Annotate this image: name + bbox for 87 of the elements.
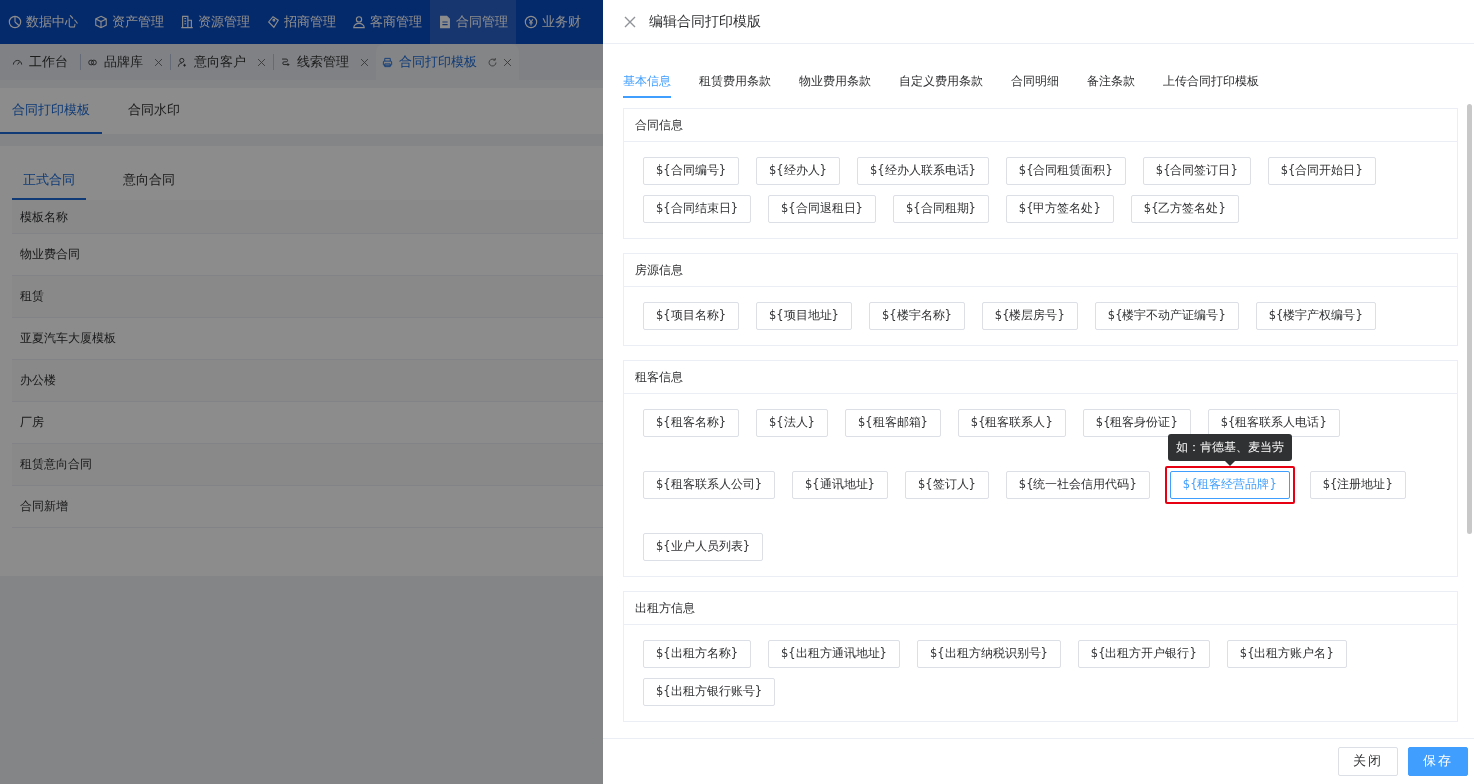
nav-item[interactable]: 业务财 [516, 0, 589, 44]
field-button[interactable]: ${楼宇产权编号} [1255, 302, 1376, 330]
section-title: 租客信息 [624, 361, 1457, 394]
user-icon [352, 15, 366, 29]
field-button[interactable]: ${经办人联系电话} [856, 157, 989, 185]
close-icon [153, 56, 164, 68]
field-button[interactable]: ${出租方银行账号} [643, 678, 775, 706]
scrollbar[interactable] [1467, 104, 1472, 534]
tab[interactable]: 意向合同 [112, 162, 186, 200]
table-cell-text: 合同新增 [20, 497, 68, 515]
close-icon [359, 56, 370, 68]
table-cell-text: 租赁意向合同 [20, 455, 92, 473]
field-button[interactable]: ${出租方名称} [643, 640, 751, 668]
field-button[interactable]: ${合同编号} [643, 157, 739, 185]
rings-icon [87, 56, 98, 68]
tab[interactable]: 自定义费用条款 [899, 66, 983, 98]
field-button[interactable]: ${合同开始日} [1267, 157, 1376, 185]
field-button[interactable]: ${出租方纳税识别号} [916, 640, 1061, 668]
section-title: 房源信息 [624, 254, 1457, 287]
section-title: 合同信息 [624, 109, 1457, 142]
field-button[interactable]: ${楼宇名称} [868, 302, 965, 330]
table-cell-text: 物业费合同 [20, 245, 80, 263]
field-button[interactable]: ${租客身份证} [1082, 409, 1191, 437]
field-button[interactable]: ${楼层房号} [981, 302, 1078, 330]
nav-item[interactable]: 数据中心 [0, 0, 86, 44]
page-tab[interactable]: 工作台 [6, 44, 80, 80]
field-button[interactable]: ${经办人} [755, 157, 840, 185]
coin-icon [524, 15, 538, 29]
field-button[interactable]: ${合同退租日} [767, 195, 876, 223]
nav-item[interactable]: 客商管理 [344, 0, 430, 44]
field-button[interactable]: ${租客联系人公司} [643, 471, 775, 499]
tab[interactable]: 物业费用条款 [799, 66, 871, 98]
close-icon [502, 56, 513, 68]
field-button[interactable]: ${注册地址} [1309, 471, 1406, 499]
tab[interactable]: 合同水印 [116, 88, 192, 134]
table-cell-text: 亚夏汽车大厦模板 [20, 329, 116, 347]
page-tab[interactable]: 线索管理 [274, 44, 376, 80]
printer-icon [382, 56, 393, 68]
cube-icon [94, 15, 108, 29]
field-button[interactable]: ${签订人} [904, 471, 989, 499]
close-icon [256, 56, 267, 68]
tab[interactable]: 备注条款 [1087, 66, 1135, 98]
section-title: 出租方信息 [624, 592, 1457, 625]
user-add-icon [177, 56, 188, 68]
pie-chart-icon [8, 15, 22, 29]
tooltip-text: 如：肯德基、麦当劳 [1175, 439, 1284, 454]
field-button[interactable]: ${租客联系人} [957, 409, 1066, 437]
field-button[interactable]: ${合同结束日} [643, 195, 751, 223]
field-button[interactable]: ${租客邮箱} [844, 409, 941, 437]
document-icon [438, 15, 452, 29]
field-button[interactable]: ${项目地址} [755, 302, 852, 330]
column-header: 模板名称 [20, 208, 68, 226]
refresh-icon [487, 56, 498, 68]
tab[interactable]: 上传合同打印模板 [1163, 66, 1259, 98]
tab[interactable]: 合同明细 [1011, 66, 1059, 98]
tag-icon [266, 15, 280, 29]
field-button[interactable]: ${租客名称} [643, 409, 739, 437]
field-button[interactable]: ${出租方账户名} [1226, 640, 1347, 668]
route-icon [280, 56, 291, 68]
nav-item[interactable]: 合同管理 [430, 0, 516, 44]
drawer-title: 编辑合同打印模版 [649, 12, 761, 31]
field-button[interactable]: ${合同租赁面积} [1005, 157, 1126, 185]
field-button[interactable]: ${租客联系人电话} [1207, 409, 1340, 437]
field-button[interactable]: ${甲方签名处} [1005, 195, 1114, 223]
table-cell-text: 租赁 [20, 287, 44, 305]
field-button[interactable]: ${合同租期} [892, 195, 989, 223]
field-button[interactable]: ${项目名称} [643, 302, 739, 330]
field-button[interactable]: ${统一社会信用代码} [1005, 471, 1150, 499]
field-button[interactable]: ${出租方通讯地址} [767, 640, 900, 668]
field-button[interactable]: ${楼宇不动产证编号} [1094, 302, 1239, 330]
close-button[interactable]: 关闭 [1338, 747, 1398, 776]
close-icon[interactable] [623, 14, 637, 29]
building-icon [180, 15, 194, 29]
nav-item[interactable]: 资源管理 [172, 0, 258, 44]
nav-item[interactable]: 招商管理 [258, 0, 344, 44]
nav-item[interactable]: 资产管理 [86, 0, 172, 44]
tab[interactable]: 租赁费用条款 [699, 66, 771, 98]
field-button[interactable]: ${乙方签名处} [1130, 195, 1239, 223]
field-button[interactable]: ${通讯地址} [791, 471, 888, 499]
field-button[interactable]: ${合同签订日} [1142, 157, 1251, 185]
table-cell-text: 厂房 [20, 413, 44, 431]
page-tab[interactable]: 品牌库 [81, 44, 170, 80]
field-button[interactable]: ${法人} [755, 409, 828, 437]
field-button[interactable]: ${业户人员列表} [643, 533, 763, 561]
table-cell-text: 办公楼 [20, 371, 56, 389]
page-tab[interactable]: 意向客户 [171, 44, 273, 80]
field-button[interactable]: ${出租方开户银行} [1077, 640, 1210, 668]
